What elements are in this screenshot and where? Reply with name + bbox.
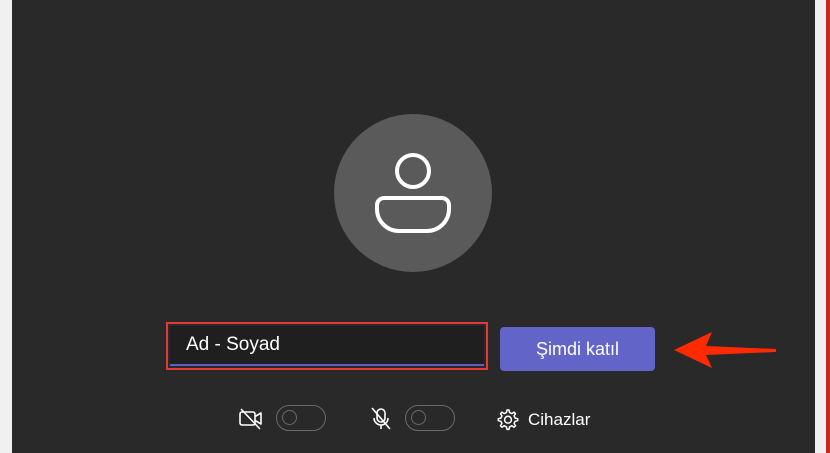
camera-toggle[interactable]	[276, 405, 326, 431]
person-icon	[375, 153, 451, 233]
gear-icon[interactable]	[495, 408, 519, 432]
mic-toggle[interactable]	[405, 405, 455, 431]
annotation-arrow	[674, 332, 776, 368]
camera-toggle-knob	[282, 410, 297, 425]
window-edge	[826, 0, 830, 453]
name-input-highlight	[166, 322, 488, 370]
name-input[interactable]	[170, 326, 484, 366]
devices-button-label[interactable]: Cihazlar	[528, 410, 590, 430]
mic-off-icon[interactable]	[369, 406, 393, 432]
mic-toggle-knob	[411, 410, 426, 425]
join-now-button[interactable]: Şimdi katıl	[500, 327, 655, 371]
camera-off-icon[interactable]	[238, 407, 264, 431]
avatar	[334, 114, 492, 272]
